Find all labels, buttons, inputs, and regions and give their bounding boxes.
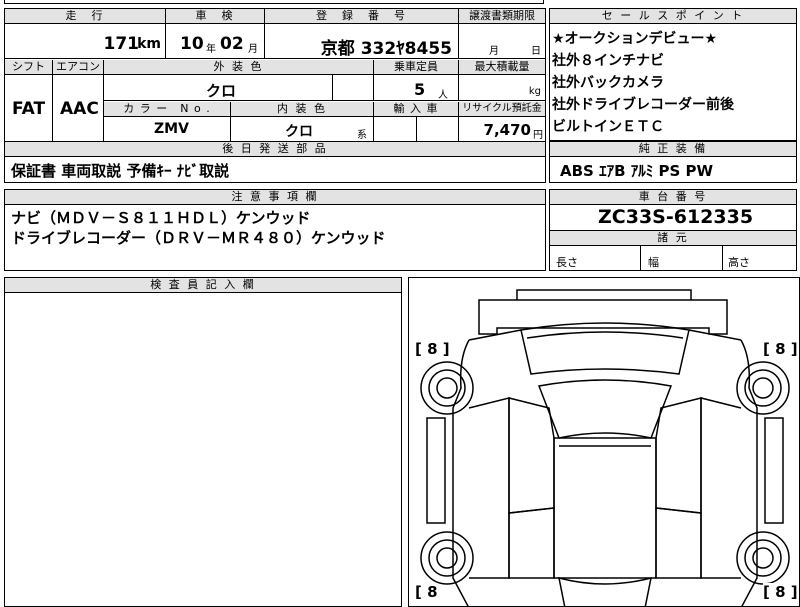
mileage-value: 171	[103, 34, 140, 54]
selling-point-item: 社外８インチナビ	[552, 53, 664, 69]
inspector-header: 検 査 員 記 入 欄	[5, 278, 401, 293]
transfer-day: 日	[531, 46, 541, 57]
selling-point-item: ビルトインＥＴＣ	[552, 119, 664, 135]
transfer-header: 譲渡書類期限	[459, 9, 545, 24]
car-outline-diagram	[420, 289, 790, 606]
selling-point-item: 社外ドライブレコーダー前後	[552, 97, 734, 113]
mileage-unit: km	[137, 36, 161, 52]
factory-equipment-value: ABS ｴｱB ｱﾙﾐ PS PW	[560, 162, 714, 180]
dimension-length-label: 長さ	[556, 256, 578, 269]
interior-color-cell: クロ 系	[231, 117, 374, 141]
capacity-cell: 5 人	[374, 75, 459, 101]
dimension-width-label: 幅	[648, 256, 659, 269]
registration-cell: 京都 332ﾔ8455	[265, 24, 459, 59]
exterior-color-value: クロ	[206, 82, 237, 100]
inspection-year: 10	[180, 34, 204, 54]
chassis-header: 車 台 番 号	[550, 190, 796, 205]
vehicle-info-table: 走 行 車 検 登 録 番 号 譲渡書類期限 171 km 10 年 02 月 …	[4, 8, 546, 142]
selling-points-header: セ ー ル ス ポ イ ン ト	[550, 9, 796, 24]
selling-points-section: セ ー ル ス ポ イ ン ト ★オークションデビュー★ 社外８インチナビ 社外…	[549, 8, 797, 141]
shift-value: FAT	[12, 99, 46, 119]
parts-header: 後 日 発 送 部 品	[5, 142, 545, 157]
transfer-cell: 月 日	[459, 24, 545, 59]
tire-tread-front-left: [ 8 ]	[415, 340, 450, 358]
chassis-section: 車 台 番 号 ZC33S-612335	[549, 189, 797, 231]
factory-equipment-section: 純 正 装 備 ABS ｴｱB ｱﾙﾐ PS PW	[549, 141, 797, 183]
recycle-header: リサイクル預託金	[459, 102, 545, 117]
import-cell	[374, 117, 459, 141]
mileage-header: 走 行	[5, 9, 166, 24]
interior-color-suffix: 系	[357, 130, 367, 141]
capacity-value: 5	[414, 80, 426, 99]
shift-cell: FAT	[5, 75, 53, 141]
inspection-header: 車 検	[166, 9, 265, 24]
factory-equipment-header: 純 正 装 備	[550, 142, 796, 157]
interior-color-header: 内 装 色	[231, 102, 374, 117]
import-header: 輸 入 車	[374, 102, 459, 117]
capacity-header: 乗車定員	[374, 60, 459, 75]
mileage-cell: 171 km	[5, 24, 166, 59]
interior-color-value: クロ	[285, 124, 313, 140]
chassis-value: ZC33S-612335	[598, 206, 754, 228]
capacity-unit: 人	[438, 90, 448, 101]
max-load-header: 最大積載量	[459, 60, 545, 75]
color-no-value: ZMV	[154, 121, 189, 137]
transfer-month: 月	[489, 46, 499, 57]
dimensions-section: 諸 元 長さ 幅 高さ	[549, 230, 797, 271]
recycle-cell: 7,470 円	[459, 117, 545, 141]
aircon-value: AAC	[60, 99, 99, 119]
registration-value: 京都 332ﾔ8455	[320, 39, 452, 59]
aircon-cell: AAC	[53, 75, 104, 141]
inspector-section: 検 査 員 記 入 欄	[4, 277, 402, 607]
tire-tread-rear-right: [ 8 ]	[763, 583, 798, 601]
parts-section: 後 日 発 送 部 品 保証書 車両取説 予備ｷｰ ﾅﾋﾞ取説	[4, 141, 546, 183]
tire-tread-rear-left: [ 8	[415, 583, 438, 601]
inspection-month-unit: 月	[248, 44, 258, 55]
shift-header: シフト	[5, 60, 53, 75]
selling-point-item: ★オークションデビュー★	[552, 31, 718, 47]
exterior-color-header: 外 装 色	[104, 60, 374, 75]
car-diagram: [ 8 ] [ 8 ] [ 8 [ 8 ]	[408, 277, 800, 607]
tire-tread-front-right: [ 8 ]	[763, 340, 798, 358]
notes-header: 注 意 事 項 欄	[5, 190, 545, 205]
selling-point-item: 社外バックカメラ	[552, 75, 664, 91]
top-clipped-strip	[4, 0, 544, 4]
dimensions-header: 諸 元	[550, 231, 796, 246]
inspection-month: 02	[220, 34, 244, 54]
color-no-cell: ZMV	[104, 117, 231, 141]
recycle-unit: 円	[533, 130, 543, 141]
max-load-unit: kg	[528, 86, 541, 97]
notes-line: ナビ（ＭＤＶ－Ｓ８１１ＨＤＬ）ケンウッド	[11, 209, 311, 227]
notes-section: 注 意 事 項 欄 ナビ（ＭＤＶ－Ｓ８１１ＨＤＬ）ケンウッド ドライブレコーダー…	[4, 189, 546, 271]
registration-header: 登 録 番 号	[265, 9, 459, 24]
exterior-color-cell: クロ	[104, 75, 374, 101]
parts-value: 保証書 車両取説 予備ｷｰ ﾅﾋﾞ取説	[11, 162, 230, 180]
aircon-header: エアコン	[53, 60, 104, 75]
color-no-header: カ ラ ー N o .	[104, 102, 231, 117]
notes-line: ドライブレコーダー（ＤＲＶ－ＭＲ４８０）ケンウッド	[11, 229, 386, 247]
inspection-cell: 10 年 02 月	[166, 24, 265, 59]
dimension-height-label: 高さ	[728, 256, 750, 269]
max-load-cell: kg	[459, 75, 545, 101]
recycle-value: 7,470	[483, 121, 531, 139]
inspection-year-unit: 年	[206, 44, 216, 55]
